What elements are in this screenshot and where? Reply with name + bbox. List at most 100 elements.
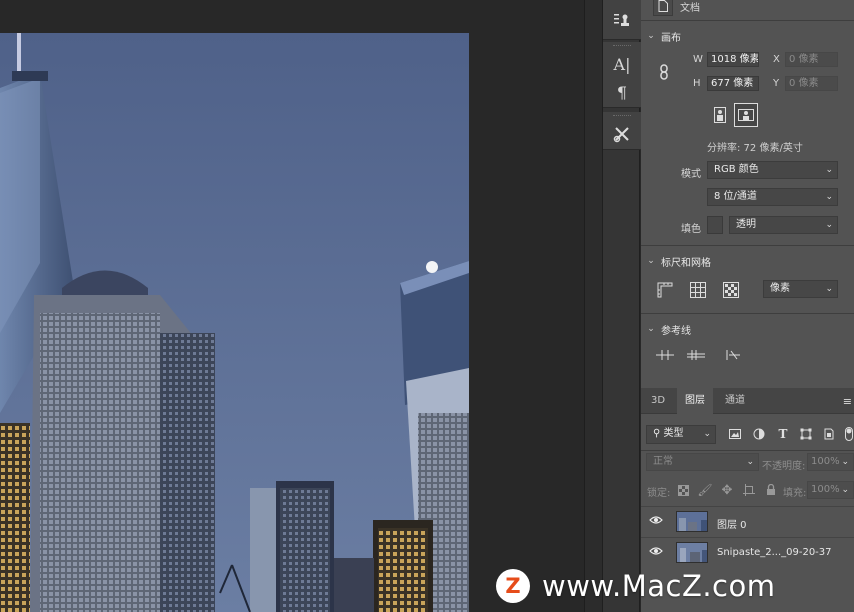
photoshop-window: A| ¶ 文档 ⌄ 画布 W 1018 像素 X 0 像素 H 677 像素 Y… (0, 0, 854, 612)
visibility-eye-icon[interactable] (649, 546, 663, 560)
lock-pixels-brush-icon[interactable]: 🖌 (694, 479, 716, 501)
link-dimensions-icon[interactable] (653, 61, 675, 83)
fill-opacity-value: 100% (811, 484, 840, 495)
site-watermark: Z www.MacZ.com (496, 566, 854, 606)
mode-label: 模式 (681, 169, 701, 180)
document-workspace (0, 0, 584, 612)
tab-layers[interactable]: 图层 (677, 388, 713, 414)
type-layer-filter-icon[interactable]: T (772, 423, 794, 445)
y-label: Y (773, 78, 780, 89)
rulers-grids-section-header[interactable]: ⌄ 标尺和网格 (641, 250, 854, 272)
new-guide-icon[interactable] (685, 344, 707, 366)
x-field[interactable]: 0 像素 (785, 52, 838, 67)
grid-icon[interactable] (687, 279, 709, 301)
tool-group-3 (603, 112, 641, 150)
opacity-value: 100% (811, 456, 840, 467)
panel-divider[interactable] (584, 0, 602, 612)
tool-group-1 (603, 0, 641, 40)
bit-depth-select[interactable]: 8 位/通道 ⌄ (707, 188, 838, 206)
layer-filter-select[interactable]: ⚲ 类型 ⌄ (646, 425, 716, 444)
filter-toggle-icon[interactable] (843, 423, 854, 445)
blend-mode-select[interactable]: 正常 ⌄ (646, 453, 759, 471)
ruler-icon[interactable] (654, 279, 676, 301)
lock-transparent-icon[interactable] (672, 479, 694, 501)
fill-select[interactable]: 透明 ⌄ (729, 216, 838, 234)
stamp-list-icon[interactable] (603, 0, 641, 40)
width-field[interactable]: 1018 像素 (707, 52, 759, 67)
divider (641, 313, 854, 314)
lock-position-icon[interactable]: ✥ (716, 479, 738, 501)
divider (641, 450, 854, 451)
height-label: H (693, 78, 701, 89)
height-field[interactable]: 677 像素 (707, 76, 759, 91)
canvas-section-header[interactable]: ⌄ 画布 (641, 25, 854, 47)
chevron-down-icon: ⌄ (703, 429, 711, 439)
pixel-grid-icon[interactable] (720, 279, 742, 301)
fill-opacity-label: 填充: (783, 488, 807, 499)
tool-group-2: A| ¶ (603, 42, 641, 108)
chevron-down-icon: ⌄ (825, 220, 833, 230)
clear-guides-icon[interactable] (721, 344, 743, 366)
fill-label: 填色 (681, 224, 701, 235)
visibility-eye-icon[interactable] (649, 515, 663, 529)
ruler-units-value: 像素 (770, 283, 790, 294)
document-label: 文档 (680, 3, 700, 14)
guides-section-header[interactable]: ⌄ 参考线 (641, 318, 854, 340)
chevron-down-icon: ⌄ (647, 256, 655, 266)
tools-scissors-icon[interactable] (603, 120, 641, 148)
fill-color-swatch[interactable] (707, 216, 723, 234)
document-row: 文档 (641, 0, 854, 17)
chevron-down-icon: ⌄ (825, 284, 833, 294)
y-field[interactable]: 0 像素 (785, 76, 838, 91)
divider (641, 245, 854, 246)
portrait-orientation-icon[interactable] (709, 104, 731, 126)
document-icon (653, 0, 673, 16)
character-icon[interactable]: A| (603, 50, 641, 78)
layer-name[interactable]: 图层 0 (717, 516, 747, 531)
layer-row[interactable]: 图层 0 (641, 506, 854, 536)
color-mode-value: RGB 颜色 (714, 164, 759, 175)
blend-mode-value: 正常 (653, 456, 673, 467)
lock-label: 锁定: (647, 488, 671, 499)
landscape-orientation-icon[interactable] (734, 103, 758, 127)
tab-3d[interactable]: 3D (643, 388, 673, 414)
layer-name[interactable]: Snipaste_2..._09-20-37 (717, 547, 832, 558)
layer-thumbnail (676, 542, 708, 563)
search-icon: ⚲ (653, 428, 661, 439)
paragraph-icon[interactable]: ¶ (603, 78, 641, 106)
fill-value: 透明 (736, 219, 756, 230)
shape-layer-filter-icon[interactable] (795, 423, 817, 445)
chevron-down-icon: ⌄ (647, 324, 655, 334)
guide-layout-icon[interactable] (654, 344, 676, 366)
layer-filter-value: 类型 (663, 428, 684, 439)
guides-title: 参考线 (661, 325, 691, 337)
ruler-units-select[interactable]: 像素 ⌄ (763, 280, 838, 298)
color-mode-select[interactable]: RGB 颜色 ⌄ (707, 161, 838, 179)
chevron-down-icon: ⌄ (841, 485, 849, 495)
layer-row[interactable]: Snipaste_2..._09-20-37 (641, 537, 854, 567)
canvas-section-title: 画布 (661, 32, 681, 44)
properties-panel: 文档 ⌄ 画布 W 1018 像素 X 0 像素 H 677 像素 Y 0 像素… (641, 0, 854, 612)
panel-icon-strip: A| ¶ (602, 0, 641, 612)
chevron-down-icon: ⌄ (841, 457, 849, 467)
image-canvas[interactable] (0, 33, 469, 612)
x-label: X (773, 54, 780, 65)
chevron-down-icon: ⌄ (825, 165, 833, 175)
layer-thumbnail (676, 511, 708, 532)
opacity-select[interactable]: 100% ⌄ (807, 453, 854, 471)
pixel-layer-filter-icon[interactable] (724, 423, 746, 445)
lock-artboard-icon[interactable] (738, 479, 760, 501)
watermark-logo-letter: Z (505, 574, 521, 598)
bit-depth-value: 8 位/通道 (714, 191, 757, 202)
lock-all-icon[interactable] (760, 479, 782, 501)
divider (641, 20, 854, 21)
opacity-label: 不透明度: (762, 461, 806, 472)
smart-object-filter-icon[interactable] (818, 423, 840, 445)
fill-opacity-select[interactable]: 100% ⌄ (807, 481, 854, 499)
panel-menu-icon[interactable]: ≡ (843, 395, 852, 408)
tab-channels[interactable]: 通道 (717, 388, 753, 414)
adjustment-layer-filter-icon[interactable] (748, 423, 770, 445)
chevron-down-icon: ⌄ (746, 457, 754, 467)
rulers-grids-title: 标尺和网格 (661, 257, 711, 269)
width-label: W (693, 54, 703, 65)
